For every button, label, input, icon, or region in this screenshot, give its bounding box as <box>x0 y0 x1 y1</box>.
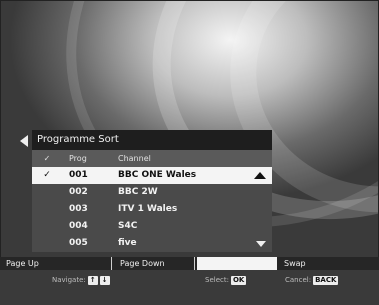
down-arrow-key-icon: ↓ <box>99 276 110 285</box>
row-channel-name: five <box>118 238 137 248</box>
panel-title-bar: Programme Sort <box>20 130 272 150</box>
navigate-label: Navigate: <box>52 276 86 284</box>
row-prog-number: 003 <box>69 204 88 214</box>
channel-column-header: Channel <box>118 154 151 163</box>
row-channel-name: BBC ONE Wales <box>118 170 197 180</box>
channel-row[interactable]: 003 ITV 1 Wales <box>32 201 272 218</box>
channel-row[interactable]: 005 five <box>32 235 272 252</box>
scroll-down-icon[interactable] <box>256 241 266 247</box>
page-down-button[interactable]: Page Down <box>114 257 195 270</box>
back-arrow-icon[interactable] <box>20 135 28 147</box>
cancel-label: Cancel: <box>285 276 312 284</box>
panel-title: Programme Sort <box>37 134 119 145</box>
navigate-help: Navigate: ↑ ↓ <box>52 275 110 286</box>
scroll-up-icon[interactable] <box>254 172 266 179</box>
check-column-header: ✓ <box>43 154 51 163</box>
swap-button[interactable]: Swap <box>278 257 379 270</box>
select-label: Select: <box>205 276 229 284</box>
row-prog-number: 002 <box>69 187 88 197</box>
prog-column-header: Prog <box>69 154 87 163</box>
select-help: Select: OK <box>205 275 247 286</box>
row-channel-name: ITV 1 Wales <box>118 204 178 214</box>
help-bar: Navigate: ↑ ↓ Select: OK Cancel: BACK <box>0 270 379 305</box>
row-channel-name: BBC 2W <box>118 187 158 197</box>
row-prog-number: 005 <box>69 238 88 248</box>
programme-sort-panel: Programme Sort ✓ Prog Channel ✓ 001 BBC … <box>20 130 272 252</box>
cancel-help: Cancel: BACK <box>285 275 339 286</box>
column-header-row: ✓ Prog Channel <box>32 150 272 167</box>
channel-row[interactable]: ✓ 001 BBC ONE Wales <box>32 167 272 184</box>
back-key-badge: BACK <box>313 276 339 285</box>
channel-row[interactable]: 004 S4C <box>32 218 272 235</box>
row-channel-name: S4C <box>118 221 138 231</box>
row-prog-number: 001 <box>69 170 88 180</box>
blank-function-button[interactable] <box>197 257 277 270</box>
row-prog-number: 004 <box>69 221 88 231</box>
page-up-button[interactable]: Page Up <box>0 257 112 270</box>
channel-row[interactable]: 002 BBC 2W <box>32 184 272 201</box>
up-arrow-key-icon: ↑ <box>87 276 98 285</box>
row-check-mark: ✓ <box>43 170 51 180</box>
ok-key-badge: OK <box>230 276 247 285</box>
function-button-bar: Page Up Page Down Swap <box>0 257 379 270</box>
